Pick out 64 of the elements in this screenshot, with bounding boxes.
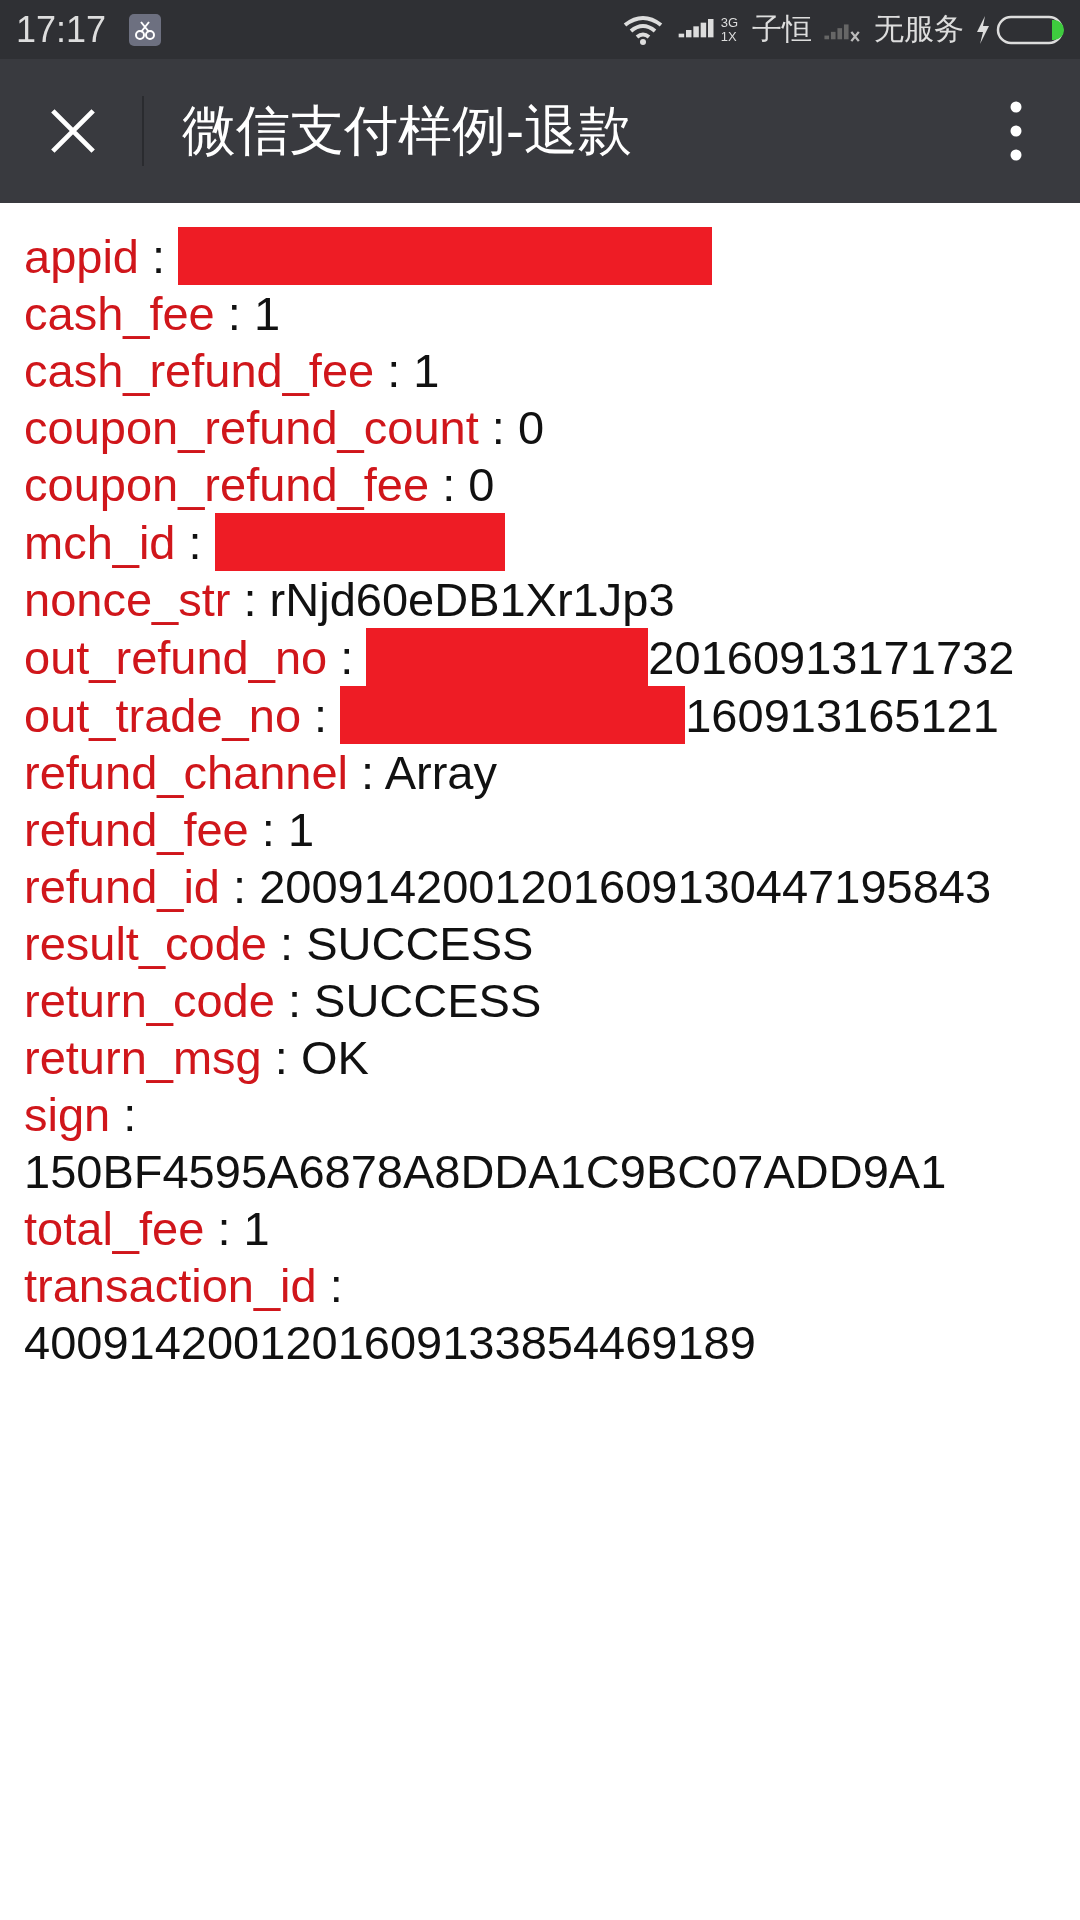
separator: : (314, 689, 328, 742)
separator: : (123, 1088, 137, 1141)
field-value: 0 (468, 458, 495, 511)
field-name: nonce_str (24, 573, 231, 626)
battery-icon (996, 14, 1066, 45)
field-name: refund_fee (24, 803, 249, 856)
field-value: rNjd60eDB1Xr1Jp3 (269, 573, 675, 626)
notification-icon (128, 12, 163, 47)
charging-icon (976, 15, 990, 44)
field-value: 20160913171732 (648, 631, 1015, 684)
field-value: 160913165121 (685, 689, 999, 742)
separator: : (261, 803, 275, 856)
more-icon[interactable] (1010, 101, 1022, 161)
separator: : (340, 631, 354, 684)
separator: : (387, 344, 401, 397)
field-name: appid (24, 230, 139, 283)
field-name: out_trade_no (24, 689, 302, 742)
separator: : (287, 974, 301, 1027)
field-value: OK (300, 1031, 369, 1084)
field-value: 1 (287, 803, 315, 856)
field-value: 1 (413, 344, 440, 397)
field-value: 2009142001201609130447195843 (259, 860, 992, 913)
field-name: coupon_refund_count (24, 401, 479, 454)
service-status: 无服务 (874, 11, 964, 47)
clock: 17:17 (16, 8, 107, 51)
field-name: cash_refund_fee (24, 344, 375, 397)
field-value: 1 (243, 1202, 270, 1255)
field-name: total_fee (24, 1202, 205, 1255)
field-name: refund_id (24, 860, 220, 913)
close-icon[interactable] (49, 107, 97, 155)
separator: : (243, 573, 257, 626)
field-name: cash_fee (24, 287, 215, 340)
network-type: 1X (720, 29, 738, 44)
field-value: 4009142001201609133854469189 (24, 1316, 756, 1369)
field-name: return_msg (24, 1031, 262, 1084)
wifi-icon (622, 14, 663, 45)
separator: : (188, 516, 202, 569)
field-name: return_code (24, 974, 275, 1027)
field-value: SUCCESS (306, 917, 534, 970)
separator: : (329, 1259, 343, 1312)
field-value: Array (384, 746, 497, 799)
field-name: sign (24, 1088, 111, 1141)
separator: : (274, 1031, 288, 1084)
field-name: result_code (24, 917, 267, 970)
separator: : (361, 746, 375, 799)
field-name: transaction_id (24, 1259, 317, 1312)
page-title: 微信支付样例-退款 (182, 98, 633, 162)
field-value: 0 (517, 401, 545, 454)
separator: : (152, 230, 166, 283)
field-name: refund_channel (24, 746, 349, 799)
separator: : (217, 1202, 231, 1255)
field-name: coupon_refund_fee (24, 458, 430, 511)
separator: : (491, 401, 505, 454)
separator: : (227, 287, 241, 340)
separator: : (233, 860, 247, 913)
separator: : (280, 917, 294, 970)
carrier-name: 子恒 (752, 11, 812, 47)
field-value: 1 (253, 287, 281, 340)
field-value: SUCCESS (314, 974, 542, 1027)
field-name: mch_id (24, 516, 176, 569)
field-name: out_refund_no (24, 631, 328, 684)
separator: : (442, 458, 456, 511)
field-value: 150BF4595A6878A8DDA1C9BC07ADD9A1 (24, 1145, 947, 1198)
network-type: 3G (720, 15, 738, 30)
